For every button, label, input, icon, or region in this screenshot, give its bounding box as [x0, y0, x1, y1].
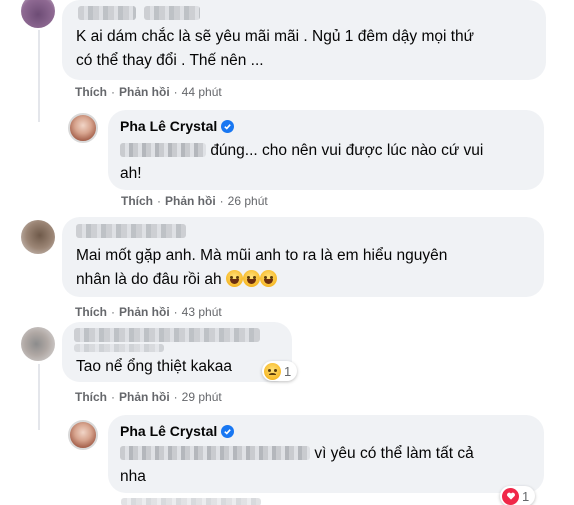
comment-text-line: K ai dám chắc là sẽ yêu mãi mãi . Ngủ 1 … — [76, 28, 475, 45]
comment-bubble: Tao nể ổng thiệt kakaa — [62, 322, 292, 382]
blurred-author-name[interactable] — [74, 344, 164, 352]
comment-text-line: ah! — [120, 165, 142, 182]
blurred-comment-actions — [121, 498, 261, 505]
thread-line — [38, 30, 40, 122]
timestamp[interactable]: 44 phút — [182, 85, 222, 99]
thread-line — [38, 364, 40, 430]
author-name[interactable]: Pha Lê Crystal — [120, 118, 235, 134]
blurred-author-name[interactable] — [144, 6, 200, 20]
comment-text-line: nhân là do đâu rồi ah — [76, 269, 277, 290]
like-link[interactable]: Thích — [75, 390, 107, 404]
avatar[interactable] — [21, 220, 55, 254]
comment-text-line: nha — [120, 468, 146, 485]
avatar[interactable] — [68, 420, 98, 450]
comment-text-line: đúng... cho nên vui được lúc nào cứ vui — [120, 140, 483, 161]
blurred-mention[interactable] — [120, 143, 206, 157]
reaction-summary[interactable]: 1 — [262, 361, 298, 381]
comment-bubble: Pha Lê Crystal đúng... cho nên vui được … — [108, 110, 544, 190]
blurred-author-name[interactable] — [78, 6, 136, 20]
blurred-author-name[interactable] — [76, 224, 186, 238]
author-name-text[interactable]: Pha Lê Crystal — [120, 118, 217, 134]
avatar[interactable] — [21, 0, 55, 28]
comment-text-line: có thể thay đổi . Thế nên ... — [76, 52, 264, 69]
timestamp[interactable]: 26 phút — [228, 194, 268, 208]
laughing-emoji-icon — [225, 270, 243, 287]
reaction-summary[interactable]: 1 — [500, 486, 536, 505]
comment-actions: Thích · Phản hồi · 29 phút — [75, 390, 222, 404]
comment-bubble: Mai mốt gặp anh. Mà mũi anh to ra là em … — [62, 217, 544, 297]
comment-text-line: Tao nể ổng thiệt kakaa — [76, 358, 232, 375]
comment-bubble: Pha Lê Crystal vì yêu có thể làm tất cả … — [108, 415, 544, 493]
heart-reaction-icon — [502, 487, 519, 505]
reply-link[interactable]: Phản hồi — [119, 85, 170, 99]
blurred-mention[interactable] — [120, 446, 310, 460]
timestamp[interactable]: 43 phút — [182, 305, 222, 319]
timestamp[interactable]: 29 phút — [182, 390, 222, 404]
comment-bubble: K ai dám chắc là sẽ yêu mãi mãi . Ngủ 1 … — [62, 0, 546, 80]
reply-link[interactable]: Phản hồi — [119, 390, 170, 404]
reply-link[interactable]: Phản hồi — [165, 194, 216, 208]
laughing-emoji-icon — [259, 270, 277, 287]
reply-link[interactable]: Phản hồi — [119, 305, 170, 319]
blurred-author-name[interactable] — [74, 328, 260, 342]
like-link[interactable]: Thích — [75, 305, 107, 319]
verified-badge-icon — [221, 424, 235, 438]
sad-emoji-icon — [264, 362, 281, 380]
comment-text-line: vì yêu có thể làm tất cả — [120, 443, 474, 464]
comment-actions: Thích · Phản hồi · 43 phút — [75, 305, 222, 319]
like-link[interactable]: Thích — [121, 194, 153, 208]
reaction-count: 1 — [522, 488, 530, 504]
author-name[interactable]: Pha Lê Crystal — [120, 423, 235, 439]
comment-actions: Thích · Phản hồi · 44 phút — [75, 85, 222, 99]
verified-badge-icon — [221, 119, 235, 133]
comment-actions: Thích · Phản hồi · 26 phút — [121, 194, 268, 208]
laughing-emoji-icon — [242, 270, 260, 287]
comment-text-line: Mai mốt gặp anh. Mà mũi anh to ra là em … — [76, 247, 448, 264]
reaction-count: 1 — [284, 363, 292, 379]
author-name-text[interactable]: Pha Lê Crystal — [120, 423, 217, 439]
avatar[interactable] — [68, 113, 98, 143]
avatar[interactable] — [21, 327, 55, 361]
like-link[interactable]: Thích — [75, 85, 107, 99]
